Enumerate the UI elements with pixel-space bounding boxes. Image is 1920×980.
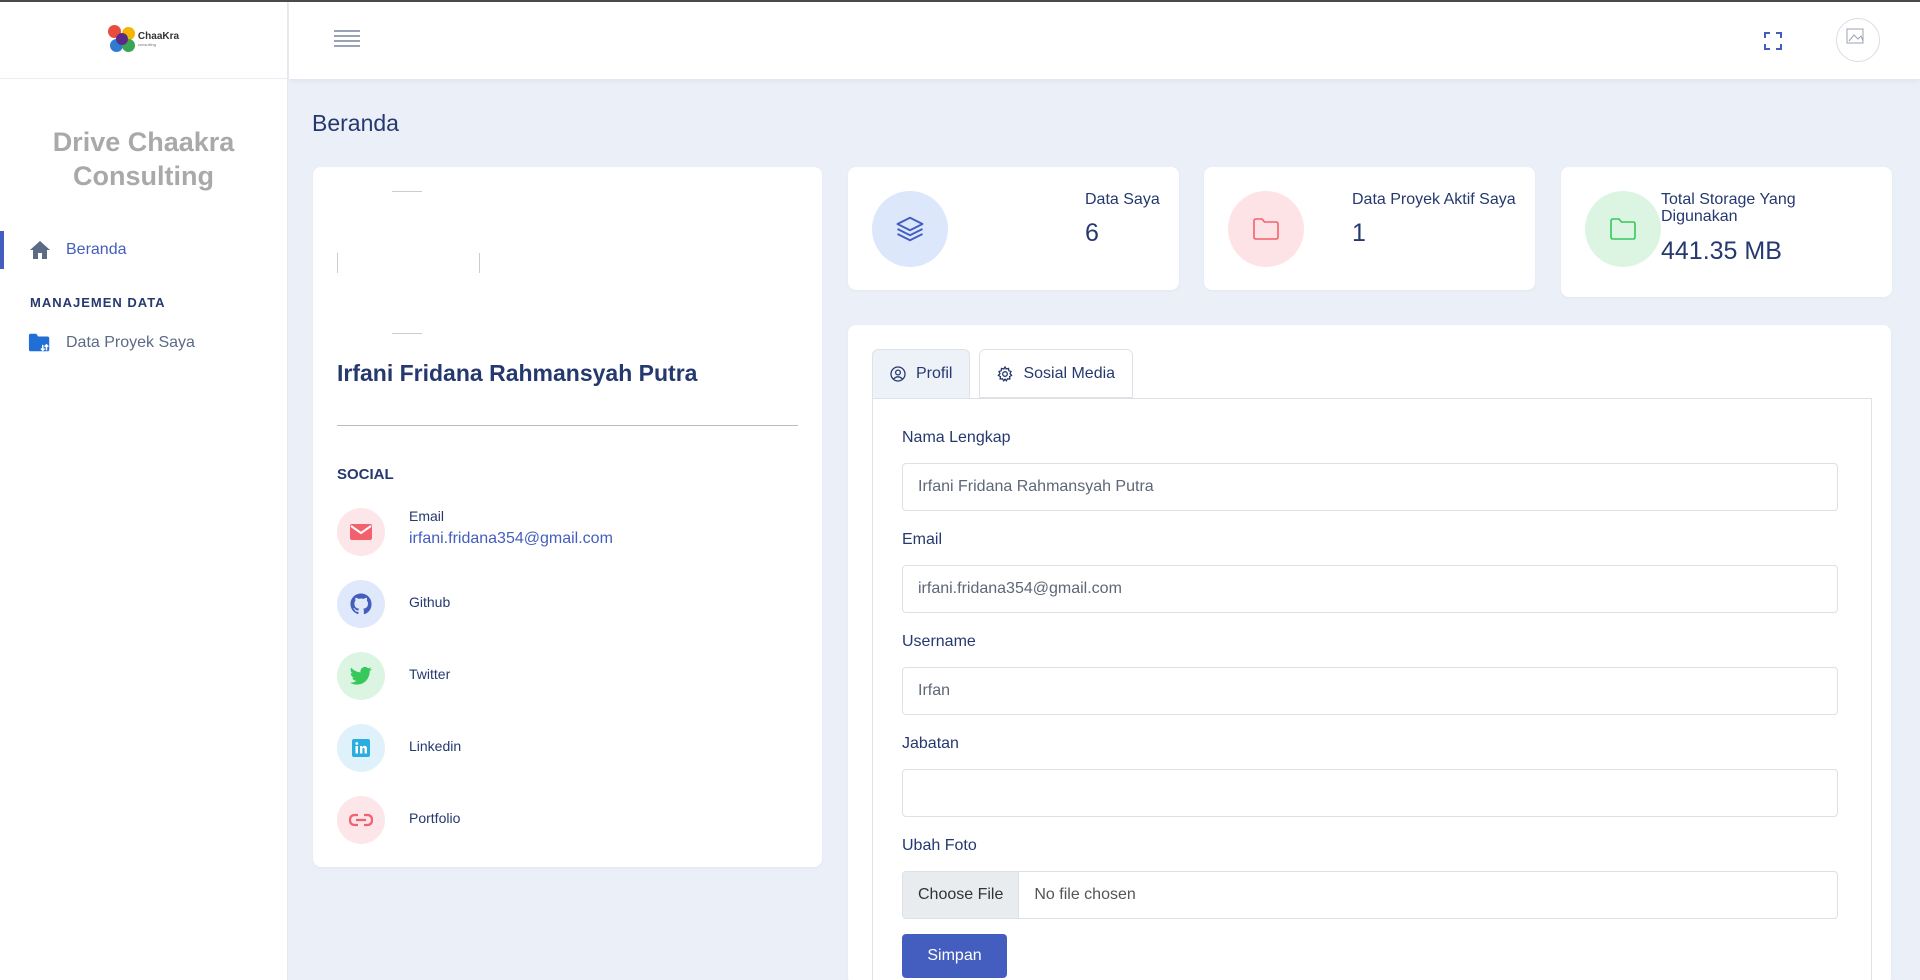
choose-file-button[interactable]: Choose File: [903, 872, 1020, 918]
stat-card-data-saya: Data Saya 6: [848, 167, 1179, 290]
divider: [337, 425, 798, 426]
profile-card: Irfani Fridana Rahmansyah Putra SOCIAL E…: [313, 167, 822, 867]
field-label-jabatan: Jabatan: [902, 735, 959, 752]
field-label-username: Username: [902, 633, 976, 650]
photo-file-input[interactable]: Choose File No file chosen: [902, 871, 1838, 919]
profile-name: Irfani Fridana Rahmansyah Putra: [337, 360, 698, 386]
active-indicator: [0, 231, 4, 269]
sidebar-section-heading: MANAJEMEN DATA: [30, 295, 166, 310]
home-icon: [28, 238, 52, 262]
window-top-border: [0, 0, 1920, 2]
folder-icon: [1585, 191, 1661, 267]
field-label-ubah-foto: Ubah Foto: [902, 837, 977, 854]
folder-sync-icon: [28, 331, 52, 355]
linkedin-icon: [337, 724, 385, 772]
field-label-email: Email: [902, 531, 943, 548]
app-title: Drive Chaakra Consulting: [52, 127, 235, 191]
page-title: Beranda: [312, 110, 399, 136]
sidebar-item-label: Beranda: [66, 241, 127, 258]
social-heading: SOCIAL: [337, 466, 394, 483]
folder-icon: [1228, 191, 1304, 267]
sidebar-item-label: Data Proyek Saya: [66, 334, 195, 351]
save-button[interactable]: Simpan: [902, 934, 1007, 978]
stat-value: 6: [1085, 219, 1099, 247]
social-label: Email: [409, 508, 445, 524]
jabatan-input[interactable]: [902, 769, 1838, 817]
stat-label: Data Proyek Aktif Saya: [1352, 191, 1516, 208]
stat-card-proyek-aktif: Data Proyek Aktif Saya 1: [1204, 167, 1535, 290]
social-label: Portfolio: [409, 810, 461, 826]
top-header: [289, 2, 1920, 79]
social-label: Twitter: [409, 666, 451, 682]
tab-bar: Profil Sosial Media: [872, 349, 1142, 398]
social-label: Github: [409, 594, 451, 610]
logo-subtext: consulting: [137, 41, 156, 47]
logo-flower-icon: [107, 25, 136, 53]
social-item-portfolio[interactable]: Portfolio: [337, 796, 777, 846]
stat-label: Total Storage Yang Digunakan: [1661, 191, 1796, 225]
github-icon: [337, 580, 385, 628]
social-item-email: Email irfani.fridana354@gmail.com: [337, 508, 777, 558]
link-icon: [337, 796, 385, 844]
mail-icon: [337, 508, 385, 556]
fullscreen-icon[interactable]: [1764, 32, 1782, 50]
tab-sosial-media[interactable]: Sosial Media: [979, 349, 1134, 398]
profile-photo: [337, 191, 480, 334]
tab-profil[interactable]: Profil: [872, 349, 971, 398]
sidebar: ChaaKra consulting Drive Chaakra Consult…: [0, 0, 288, 980]
user-circle-icon: [890, 365, 906, 382]
field-label-nama-lengkap: Nama Lengkap: [902, 429, 1011, 446]
layers-icon: [872, 191, 948, 267]
gear-icon: [997, 365, 1014, 382]
tab-label: Sosial Media: [1023, 364, 1116, 382]
stat-value: 441.35 MB: [1661, 237, 1782, 265]
logo-text: ChaaKra: [137, 30, 180, 42]
hamburger-icon[interactable]: [334, 30, 360, 47]
file-status: No file chosen: [1034, 886, 1136, 903]
user-avatar[interactable]: [1836, 18, 1880, 62]
sidebar-logo-area: ChaaKra consulting: [0, 0, 287, 79]
social-item-twitter[interactable]: Twitter: [337, 652, 777, 702]
email-input[interactable]: [902, 565, 1838, 613]
brand-logo[interactable]: ChaaKra consulting: [107, 25, 180, 53]
sidebar-item-beranda[interactable]: Beranda: [0, 231, 287, 269]
username-input[interactable]: [902, 667, 1838, 715]
sidebar-item-data-proyek-saya[interactable]: Data Proyek Saya: [0, 324, 287, 362]
social-item-linkedin[interactable]: Linkedin: [337, 724, 777, 774]
social-label: Linkedin: [409, 738, 462, 754]
email-link[interactable]: irfani.fridana354@gmail.com: [409, 530, 613, 548]
tab-label: Profil: [916, 364, 953, 382]
stat-value: 1: [1352, 219, 1366, 247]
social-item-github[interactable]: Github: [337, 580, 777, 630]
profile-form-card: Profil Sosial Media Nama Lengkap Email U…: [848, 325, 1891, 980]
tab-panel-profil: Nama Lengkap Email Username Jabatan Ubah…: [872, 398, 1872, 980]
stat-label: Data Saya: [1085, 191, 1160, 208]
stat-card-total-storage: Total Storage Yang Digunakan 441.35 MB: [1561, 167, 1892, 297]
twitter-icon: [337, 652, 385, 700]
nama-lengkap-input[interactable]: [902, 463, 1838, 511]
